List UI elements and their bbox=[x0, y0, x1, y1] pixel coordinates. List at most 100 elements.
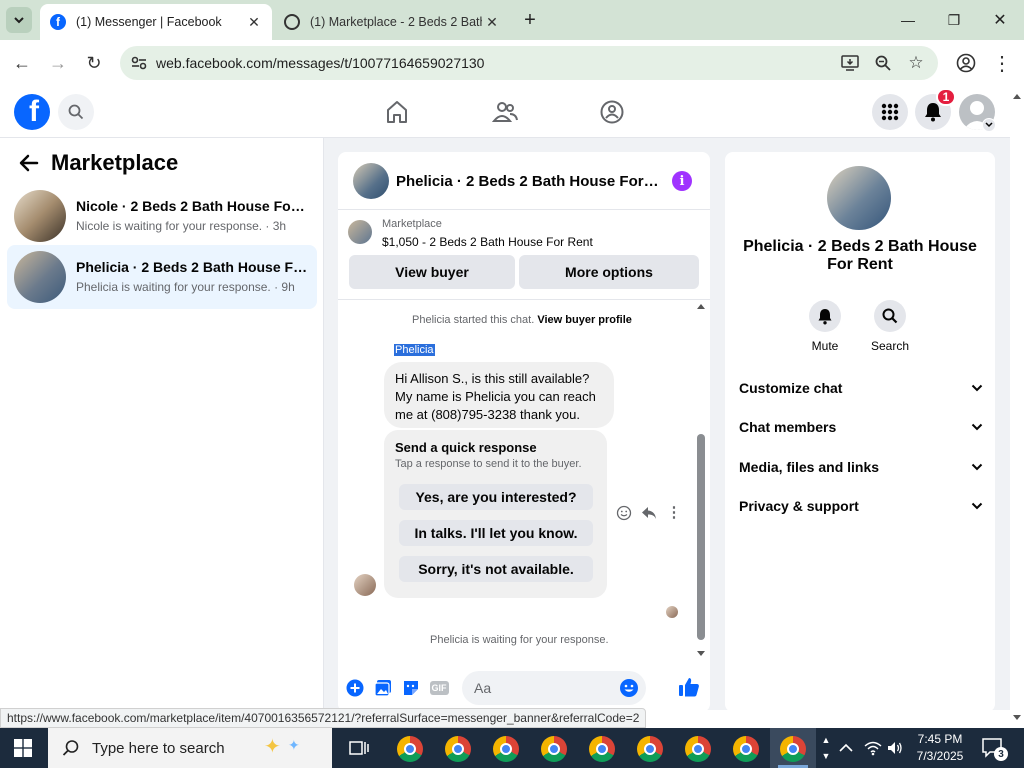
chat-title[interactable]: Phelicia · 2 Beds 2 Bath House For R... bbox=[396, 173, 660, 190]
message-text: Hi Allison S., is this still available? … bbox=[395, 371, 596, 422]
chrome-taskbar-icon[interactable] bbox=[685, 736, 711, 762]
chat-avatar[interactable] bbox=[353, 163, 389, 199]
facebook-logo-icon[interactable]: f bbox=[14, 94, 50, 130]
section-label: Media, files and links bbox=[739, 459, 880, 475]
address-bar[interactable]: web.facebook.com/messages/t/100771646590… bbox=[120, 46, 938, 80]
chat-scroll-thumb[interactable] bbox=[697, 434, 705, 640]
message-more-icon[interactable]: ⋮ bbox=[666, 505, 682, 521]
like-thumb-icon[interactable] bbox=[678, 676, 700, 698]
show-hidden-icons-icon[interactable] bbox=[838, 740, 854, 756]
chrome-taskbar-icon[interactable] bbox=[589, 736, 615, 762]
customize-chat-section[interactable]: Customize chat bbox=[739, 377, 983, 399]
browser-toolbar: ← → ↻ web.facebook.com/messages/t/100771… bbox=[0, 40, 1024, 86]
privacy-support-section[interactable]: Privacy & support bbox=[739, 495, 983, 517]
chrome-taskbar-icon[interactable] bbox=[733, 736, 759, 762]
search-action[interactable]: Search bbox=[860, 300, 920, 353]
account-chevron-icon[interactable] bbox=[982, 118, 996, 132]
groups-icon[interactable] bbox=[599, 99, 625, 125]
gif-icon[interactable]: GIF bbox=[429, 678, 449, 698]
page-scrollbar[interactable] bbox=[1010, 86, 1024, 728]
taskbar-search-box[interactable]: Type here to search ✦ ✦ bbox=[48, 728, 332, 768]
back-button[interactable]: ← bbox=[10, 51, 34, 75]
chat-info-panel: Phelicia · 2 Beds 2 Bath House For Rent … bbox=[725, 152, 995, 712]
taskbar-clock[interactable]: 7:45 PM 7/3/2025 bbox=[912, 731, 968, 765]
search-highlight-icon: ✦ bbox=[264, 736, 281, 758]
close-tab-icon[interactable]: ✕ bbox=[482, 14, 502, 31]
forward-button[interactable]: → bbox=[46, 51, 70, 75]
task-view-icon[interactable] bbox=[349, 739, 369, 757]
facebook-favicon-icon: f bbox=[50, 14, 66, 30]
install-app-icon[interactable] bbox=[840, 53, 860, 73]
home-icon[interactable] bbox=[384, 99, 410, 125]
quick-response-subtitle: Tap a response to send it to the buyer. bbox=[395, 458, 582, 470]
reload-button[interactable]: ↻ bbox=[82, 51, 106, 75]
emoji-icon[interactable] bbox=[619, 678, 639, 698]
search-facebook-button[interactable] bbox=[58, 94, 94, 130]
chrome-taskbar-icon-active[interactable] bbox=[780, 736, 806, 762]
more-options-button[interactable]: More options bbox=[519, 255, 699, 289]
tab-messenger[interactable]: f (1) Messenger | Facebook ✕ bbox=[40, 4, 272, 40]
conversation-item-phelicia[interactable]: Phelicia · 2 Beds 2 Bath House For ... P… bbox=[7, 245, 317, 309]
site-settings-icon[interactable] bbox=[130, 54, 148, 72]
sticker-icon[interactable] bbox=[401, 678, 421, 698]
bell-icon[interactable] bbox=[809, 300, 841, 332]
chrome-taskbar-icon[interactable] bbox=[541, 736, 567, 762]
view-buyer-profile-link[interactable]: View buyer profile bbox=[537, 314, 632, 326]
chat-started-notice: Phelicia started this chat. View buyer p… bbox=[412, 314, 632, 326]
section-label: Chat members bbox=[739, 419, 837, 435]
new-tab-button[interactable]: + bbox=[518, 8, 542, 32]
taskbar-scroll-icon[interactable]: ▲ ▼ bbox=[820, 732, 832, 764]
notification-center-icon[interactable]: 3 bbox=[982, 738, 1008, 761]
conversation-name: Phelicia · 2 Beds 2 Bath House For ... bbox=[76, 259, 308, 275]
view-buyer-button[interactable]: View buyer bbox=[349, 255, 515, 289]
search-label: Search bbox=[870, 339, 910, 353]
chrome-taskbar-icon[interactable] bbox=[397, 736, 423, 762]
tab-search-button[interactable] bbox=[6, 7, 32, 33]
taskbar-search-placeholder: Type here to search bbox=[92, 739, 225, 757]
back-arrow-icon[interactable] bbox=[18, 152, 40, 174]
tab-marketplace[interactable]: (1) Marketplace - 2 Beds 2 Bath ✕ bbox=[274, 4, 510, 40]
message-input[interactable]: Aa bbox=[462, 671, 646, 705]
browser-menu-icon[interactable]: ⋮ bbox=[990, 51, 1014, 75]
reply-icon[interactable] bbox=[641, 505, 657, 521]
search-icon[interactable] bbox=[874, 300, 906, 332]
quick-response-button[interactable]: Sorry, it's not available. bbox=[399, 556, 593, 582]
maximize-button[interactable]: ❐ bbox=[942, 8, 966, 32]
chat-members-section[interactable]: Chat members bbox=[739, 416, 983, 438]
mute-action[interactable]: Mute bbox=[795, 300, 855, 353]
close-tab-icon[interactable]: ✕ bbox=[244, 14, 264, 31]
zoom-icon[interactable] bbox=[873, 53, 893, 73]
volume-icon[interactable] bbox=[887, 740, 903, 756]
network-icon[interactable] bbox=[864, 740, 882, 756]
chevron-down-icon bbox=[971, 463, 983, 471]
conversation-item-nicole[interactable]: Nicole · 2 Beds 2 Bath House For R... Ni… bbox=[7, 184, 317, 248]
listing-title[interactable]: $1,050 - 2 Beds 2 Bath House For Rent bbox=[382, 235, 593, 249]
tab-title: (1) Messenger | Facebook bbox=[76, 15, 222, 29]
profile-icon[interactable] bbox=[954, 51, 978, 75]
photo-icon[interactable] bbox=[373, 678, 393, 698]
chrome-taskbar-icon[interactable] bbox=[445, 736, 471, 762]
menu-grid-button[interactable] bbox=[872, 94, 908, 130]
start-button[interactable] bbox=[14, 739, 32, 757]
chrome-taskbar-icon[interactable] bbox=[637, 736, 663, 762]
minimize-button[interactable]: — bbox=[896, 8, 920, 32]
quick-response-button[interactable]: In talks. I'll let you know. bbox=[399, 520, 593, 546]
notification-badge: 1 bbox=[936, 88, 956, 106]
browser-tab-strip: f (1) Messenger | Facebook ✕ (1) Marketp… bbox=[0, 0, 1024, 40]
marketplace-favicon-icon bbox=[284, 14, 300, 30]
listing-thumbnail[interactable] bbox=[348, 220, 372, 244]
friends-icon[interactable] bbox=[491, 99, 518, 125]
message-bubble: Hi Allison S., is this still available? … bbox=[384, 362, 614, 428]
quick-response-button[interactable]: Yes, are you interested? bbox=[399, 484, 593, 510]
react-icon[interactable] bbox=[616, 505, 632, 521]
info-icon[interactable]: i bbox=[672, 171, 692, 191]
quick-response-card: Send a quick response Tap a response to … bbox=[384, 430, 607, 598]
media-files-section[interactable]: Media, files and links bbox=[739, 456, 983, 478]
bookmark-star-icon[interactable]: ☆ bbox=[906, 53, 926, 73]
chrome-taskbar-icon[interactable] bbox=[493, 736, 519, 762]
chat-window: Phelicia · 2 Beds 2 Bath House For R... … bbox=[338, 152, 710, 712]
close-window-button[interactable]: ✕ bbox=[988, 8, 1012, 32]
contact-avatar[interactable] bbox=[827, 166, 891, 230]
add-plus-icon[interactable] bbox=[345, 678, 365, 698]
chat-header: Phelicia · 2 Beds 2 Bath House For R... … bbox=[338, 152, 710, 210]
